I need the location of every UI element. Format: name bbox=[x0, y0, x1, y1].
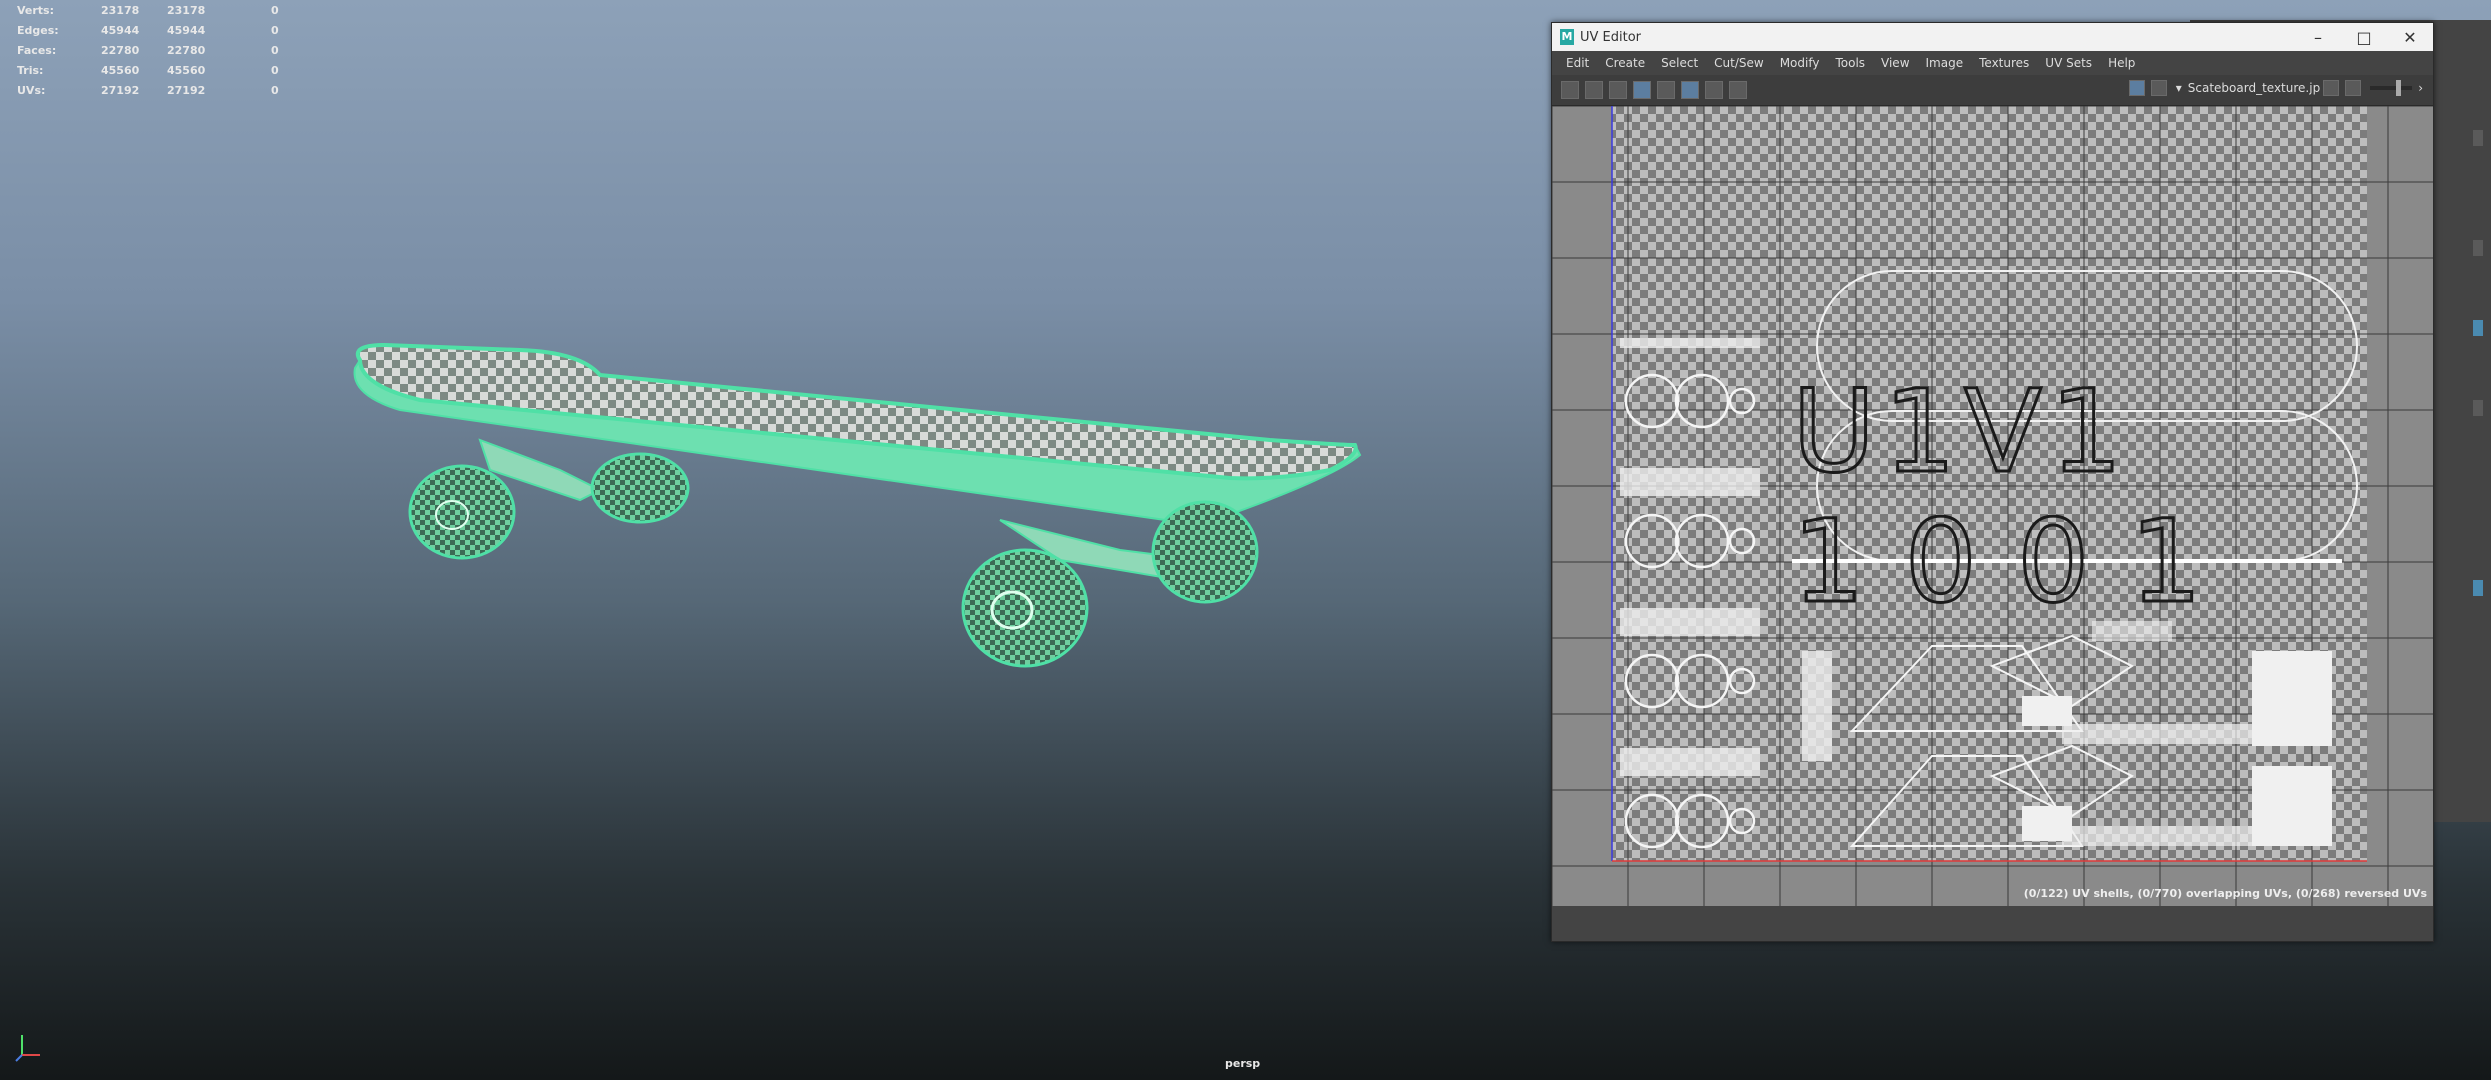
viewport-3d[interactable] bbox=[0, 0, 1551, 1080]
hud-value: 45944 bbox=[167, 23, 206, 37]
tile-label-uv: U1V1 bbox=[1792, 365, 2131, 498]
arrow-icon[interactable]: › bbox=[2418, 81, 2423, 95]
minimize-icon[interactable]: – bbox=[2295, 28, 2341, 47]
uv-canvas[interactable]: U1V1 1001 (0/122) UV shells, (0/770) ove… bbox=[1552, 106, 2433, 906]
pin-icon[interactable] bbox=[1705, 81, 1723, 99]
hud-value: 22780 bbox=[101, 43, 140, 57]
uv-status-bar: (0/122) UV shells, (0/770) overlapping U… bbox=[2023, 887, 2427, 900]
hud-row-edges: Edges: 45944 45944 0 bbox=[17, 20, 287, 40]
hud-value: 23178 bbox=[101, 3, 140, 17]
tile-label-udim: 1001 bbox=[1792, 495, 2242, 628]
hud-value: 45560 bbox=[167, 63, 206, 77]
menu-cut-sew[interactable]: Cut/Sew bbox=[1714, 56, 1764, 70]
uv-toolbar: ▾ Scateboard_texture.jp › bbox=[1552, 75, 2433, 106]
menu-help[interactable]: Help bbox=[2108, 56, 2135, 70]
menu-edit[interactable]: Edit bbox=[1566, 56, 1589, 70]
menu-uv-sets[interactable]: UV Sets bbox=[2045, 56, 2092, 70]
snapshot-icon[interactable] bbox=[1729, 81, 1747, 99]
wheel-front-right bbox=[1151, 500, 1259, 604]
dropdown-chevron-icon[interactable]: ▾ bbox=[2176, 81, 2182, 95]
maximize-icon[interactable]: □ bbox=[2341, 28, 2387, 47]
window-title: UV Editor bbox=[1580, 29, 1642, 45]
menu-modify[interactable]: Modify bbox=[1780, 56, 1820, 70]
grid-icon[interactable] bbox=[1561, 81, 1579, 99]
hud-value: 0 bbox=[271, 3, 279, 17]
hud-value: 0 bbox=[271, 23, 279, 37]
texture-controls: ▾ Scateboard_texture.jp › bbox=[2126, 80, 2423, 96]
menu-view[interactable]: View bbox=[1881, 56, 1909, 70]
hud-label: Faces: bbox=[17, 43, 57, 57]
hud-value: 27192 bbox=[101, 83, 140, 97]
distortion-icon[interactable] bbox=[1609, 81, 1627, 99]
hud-row-faces: Faces: 22780 22780 0 bbox=[17, 40, 287, 60]
panel-control[interactable] bbox=[2473, 400, 2483, 416]
menu-image[interactable]: Image bbox=[1926, 56, 1964, 70]
panel-control[interactable] bbox=[2473, 130, 2483, 146]
skateboard-model[interactable] bbox=[353, 342, 1362, 668]
shaded-uv-icon[interactable] bbox=[1633, 81, 1651, 99]
panel-control[interactable] bbox=[2473, 240, 2483, 256]
uv-editor-window[interactable]: M UV Editor – □ ✕ Edit Create Select Cut… bbox=[1551, 22, 2434, 942]
close-icon[interactable]: ✕ bbox=[2387, 28, 2433, 47]
image-display-icon[interactable] bbox=[2128, 80, 2145, 96]
wheel-front-left bbox=[961, 548, 1089, 668]
wheel-back-right bbox=[590, 452, 690, 524]
hud-value: 45560 bbox=[101, 63, 140, 77]
wheel-back-left bbox=[408, 464, 516, 560]
hud-value: 27192 bbox=[167, 83, 206, 97]
menu-select[interactable]: Select bbox=[1661, 56, 1698, 70]
panel-control[interactable] bbox=[2473, 580, 2483, 596]
panel-control[interactable] bbox=[2473, 320, 2483, 336]
hud-value: 0 bbox=[271, 83, 279, 97]
hud-label: UVs: bbox=[17, 83, 46, 97]
menu-textures[interactable]: Textures bbox=[1979, 56, 2029, 70]
hud-label: Tris: bbox=[17, 63, 44, 77]
texture-name[interactable]: Scateboard_texture.jp bbox=[2188, 81, 2320, 95]
exposure-slider[interactable] bbox=[2370, 80, 2413, 96]
hud-row-tris: Tris: 45560 45560 0 bbox=[17, 60, 287, 80]
hud-label: Verts: bbox=[17, 3, 55, 17]
hud-value: 0 bbox=[271, 43, 279, 57]
menu-tools[interactable]: Tools bbox=[1835, 56, 1865, 70]
layout-icon[interactable] bbox=[1585, 81, 1603, 99]
menu-create[interactable]: Create bbox=[1605, 56, 1645, 70]
maya-logo-icon: M bbox=[1560, 29, 1574, 45]
hud-row-verts: Verts: 23178 23178 0 bbox=[17, 0, 287, 20]
hud-value: 0 bbox=[271, 63, 279, 77]
frame-icon[interactable] bbox=[1657, 81, 1675, 99]
camera-label: persp bbox=[1225, 1057, 1261, 1070]
hud-row-uvs: UVs: 27192 27192 0 bbox=[17, 80, 287, 100]
axis-gizmo-icon bbox=[15, 1035, 40, 1062]
uv-layout[interactable]: U1V1 1001 bbox=[1552, 106, 2433, 906]
uv-editor-titlebar[interactable]: M UV Editor – □ ✕ bbox=[1552, 23, 2433, 51]
hud-value: 22780 bbox=[167, 43, 206, 57]
slider-handle[interactable] bbox=[2396, 80, 2402, 96]
refresh-texture-icon[interactable] bbox=[2323, 80, 2340, 96]
hud-value: 45944 bbox=[101, 23, 140, 37]
checker-icon[interactable] bbox=[1681, 81, 1699, 99]
uv-menubar: Edit Create Select Cut/Sew Modify Tools … bbox=[1552, 51, 2433, 75]
exposure-icon[interactable] bbox=[2345, 80, 2362, 96]
hud-value: 23178 bbox=[167, 3, 206, 17]
hud-label: Edges: bbox=[17, 23, 59, 37]
checker-toggle-icon[interactable] bbox=[2150, 80, 2167, 96]
poly-count-hud: Verts: 23178 23178 0 Edges: 45944 45944 0 Face… bbox=[17, 0, 287, 100]
